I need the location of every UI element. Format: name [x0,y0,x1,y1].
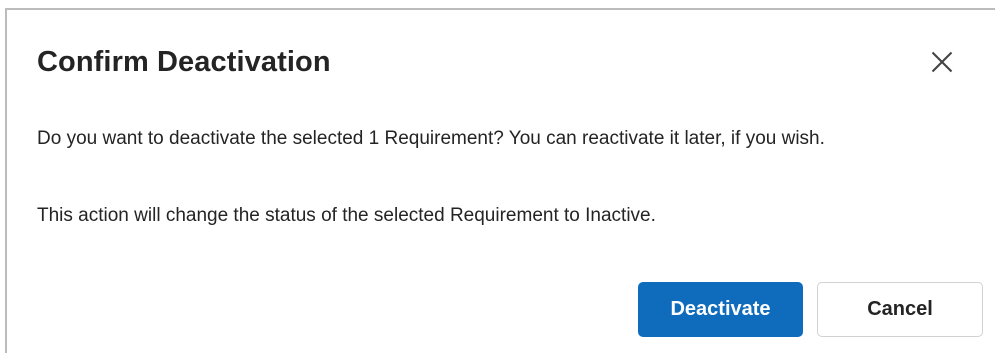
deactivate-button[interactable]: Deactivate [638,282,803,337]
close-icon [931,51,953,73]
dialog-title: Confirm Deactivation [37,46,331,78]
close-button[interactable] [922,42,962,82]
dialog-message: Do you want to deactivate the selected 1… [37,128,825,149]
confirm-deactivation-dialog: Confirm Deactivation Do you want to deac… [5,8,995,353]
cancel-button[interactable]: Cancel [817,282,983,337]
dialog-status-note: This action will change the status of th… [37,205,656,226]
